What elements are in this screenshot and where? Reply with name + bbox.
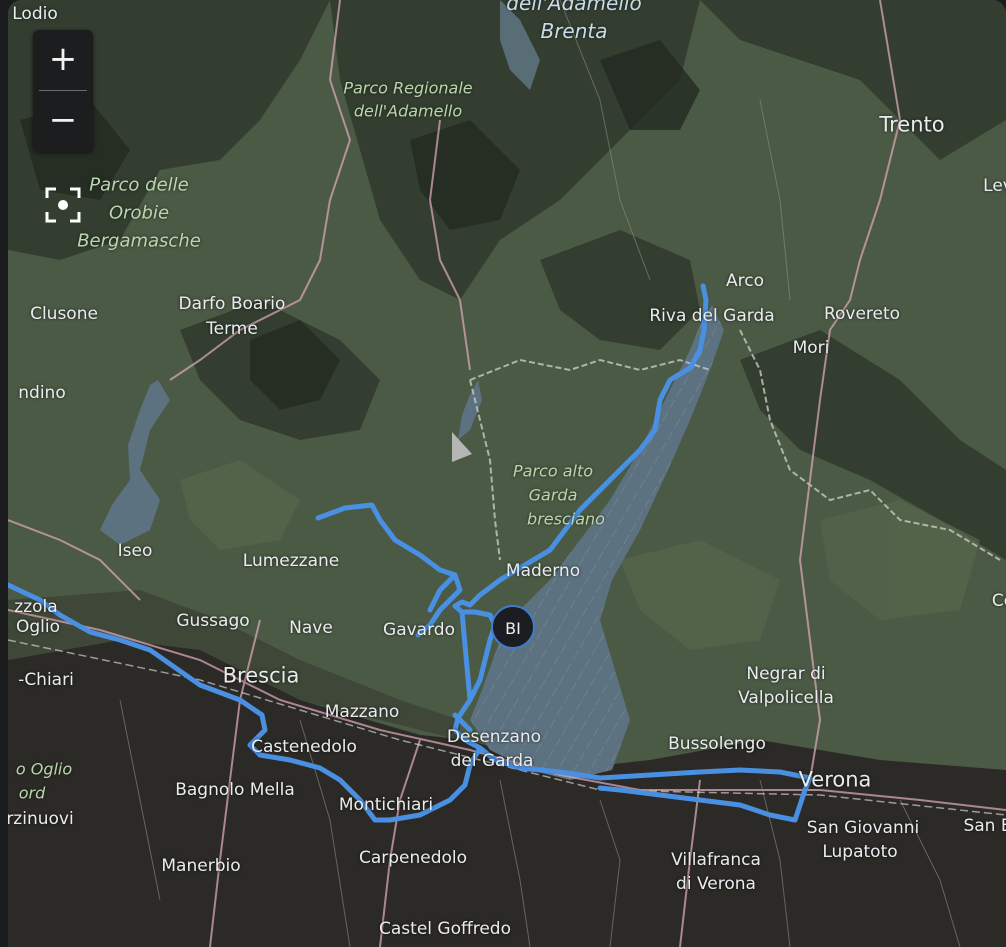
place-montichiari: Montichiari [338, 794, 434, 815]
park-oglio-line1: o Oglio [15, 759, 73, 779]
place-san-giovanni-line2: Lupatoto [822, 841, 898, 862]
place-castel-goffredo: Castel Goffredo [379, 918, 511, 939]
place-san-b: San B [963, 815, 1006, 836]
park-garda-line2: Garda [528, 485, 578, 505]
place-desenzano-line1: Desenzano [446, 726, 542, 747]
heading-arrow-icon [452, 432, 472, 462]
place-trento: Trento [879, 112, 945, 137]
place-co: Co [991, 590, 1006, 611]
place-manerbio: Manerbio [161, 855, 241, 876]
place-arco: Arco [726, 270, 764, 291]
park-orobie-line3: Bergamasche [77, 230, 201, 252]
park-adamello-line1: Parco Regionale [343, 78, 473, 98]
brenta-line2: Brenta [540, 19, 608, 44]
place-bussolengo: Bussolengo [668, 733, 766, 754]
place-lev: Lev [983, 175, 1006, 196]
place-clusone: Clusone [30, 303, 98, 324]
place-riva: Riva del Garda [649, 305, 775, 326]
place-negrar-line2: Valpolicella [738, 687, 834, 708]
place-gavardo: Gavardo [383, 619, 455, 640]
park-orobie-line1: Parco delle [89, 174, 189, 196]
park-oglio-line2: ord [18, 783, 46, 803]
map-frame[interactable]: Lodio Parco Regionale dell'Adamello dell… [8, 0, 1006, 947]
place-mazzano: Mazzano [324, 701, 400, 722]
place-darfo-line1: Darfo Boario [178, 293, 286, 314]
place-iseo: Iseo [117, 540, 153, 561]
place-castenedolo: Castenedolo [251, 736, 357, 757]
place-brescia: Brescia [222, 663, 300, 688]
place-nave: Nave [289, 617, 333, 638]
place-bagnolo: Bagnolo Mella [175, 779, 295, 800]
park-adamello-line2: dell'Adamello [353, 101, 463, 121]
park-garda-line1: Parco alto [512, 461, 594, 481]
place-verona: Verona [798, 767, 872, 792]
location-marker[interactable]: BI [491, 605, 535, 649]
locate-icon[interactable] [44, 186, 82, 224]
place-villafranca-line2: di Verona [676, 873, 756, 894]
place-lodio: Lodio [12, 3, 58, 24]
zoom-control: + − [33, 30, 93, 152]
place-lumezzane: Lumezzane [242, 550, 340, 571]
place-carpenedolo: Carpenedolo [358, 847, 468, 868]
zoom-out-button[interactable]: − [33, 91, 93, 151]
place-rovereto: Rovereto [823, 303, 901, 324]
place-negrar-line1: Negrar di [746, 663, 826, 684]
place-maderno: Maderno [505, 560, 581, 581]
place-darfo-line2: Terme [206, 318, 258, 339]
place-orzinuovi: rzinuovi [8, 808, 74, 829]
place-villafranca-line1: Villafranca [671, 849, 761, 870]
zoom-in-button[interactable]: + [33, 30, 93, 90]
place-zzola: zzola [14, 596, 58, 617]
brenta-line1: dell'Adamello [506, 0, 642, 16]
map-canvas[interactable] [8, 0, 1006, 947]
park-orobie-line2: Orobie [108, 202, 170, 224]
place-chiari: -Chiari [18, 669, 74, 690]
place-lovere: ndino [18, 382, 66, 403]
place-san-giovanni-line1: San Giovanni [806, 817, 920, 838]
place-mori: Mori [792, 337, 830, 358]
place-gussago: Gussago [176, 610, 250, 631]
place-desenzano-line2: del Garda [450, 750, 534, 771]
park-garda-line3: bresciano [527, 509, 605, 529]
place-oglio: Oglio [15, 616, 61, 637]
